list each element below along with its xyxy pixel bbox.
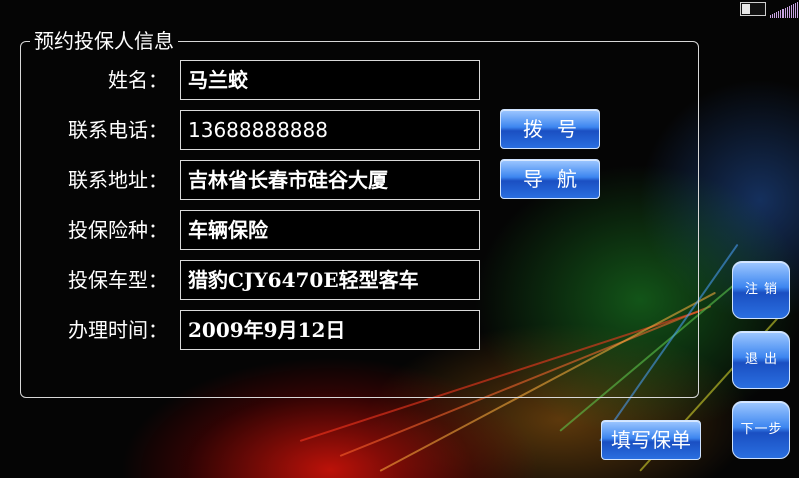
name-label: 姓名： — [108, 68, 168, 92]
name-field[interactable]: 马兰蛟 — [180, 60, 480, 100]
process-time-field[interactable]: 2009年9月12日 — [180, 310, 480, 350]
vehicle-model-label: 投保车型： — [68, 268, 168, 292]
signal-strength-icon — [770, 2, 799, 18]
dial-button[interactable]: 拨号 — [500, 109, 600, 149]
exit-button[interactable]: 退出 — [732, 331, 790, 389]
logout-button[interactable]: 注销 — [732, 261, 790, 319]
next-step-button[interactable]: 下一步 — [732, 401, 790, 459]
insurance-type-label: 投保险种： — [68, 218, 168, 242]
battery-icon — [740, 2, 766, 16]
fill-policy-button[interactable]: 填写保单 — [601, 420, 701, 460]
vehicle-model-field[interactable]: 猎豹CJY6470E轻型客车 — [180, 260, 480, 300]
address-field[interactable]: 吉林省长春市硅谷大厦 — [180, 160, 480, 200]
process-time-label: 办理时间： — [68, 318, 168, 342]
phone-label: 联系电话： — [68, 118, 168, 142]
navigate-button[interactable]: 导航 — [500, 159, 600, 199]
phone-field[interactable]: 13688888888 — [180, 110, 480, 150]
group-title: 预约投保人信息 — [30, 29, 178, 53]
address-label: 联系地址： — [68, 168, 168, 192]
insurance-type-field[interactable]: 车辆保险 — [180, 210, 480, 250]
